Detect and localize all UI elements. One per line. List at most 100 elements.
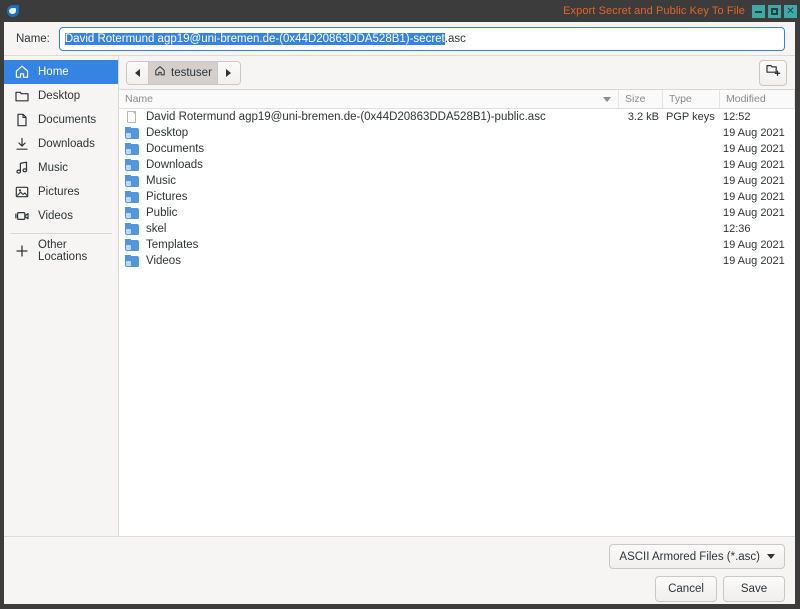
window-controls: ✕ bbox=[752, 4, 797, 18]
sidebar-item-videos[interactable]: Videos bbox=[4, 204, 118, 228]
file-modified-cell: 19 Aug 2021 bbox=[723, 239, 785, 251]
desktop-icon bbox=[14, 88, 30, 104]
table-row[interactable]: Pictures 19 Aug 2021 bbox=[119, 189, 795, 205]
file-name-label: Videos bbox=[146, 255, 181, 267]
file-name-cell: Pictures bbox=[119, 190, 619, 204]
folder-icon bbox=[125, 142, 140, 156]
table-row[interactable]: Templates 19 Aug 2021 bbox=[119, 237, 795, 253]
save-button[interactable]: Save bbox=[723, 576, 785, 602]
path-button-group: testuser bbox=[126, 60, 241, 85]
column-header-type[interactable]: Type bbox=[663, 90, 720, 108]
sidebar-item-desktop[interactable]: Desktop bbox=[4, 84, 118, 108]
file-list-header: Name Size Type Modified bbox=[119, 90, 795, 109]
sort-descending-icon bbox=[603, 97, 611, 102]
file-name-cell: Desktop bbox=[119, 126, 619, 140]
file-modified-cell: 19 Aug 2021 bbox=[723, 143, 785, 155]
sidebar-item-label: Home bbox=[38, 66, 69, 78]
file-name-label: Downloads bbox=[146, 159, 203, 171]
filename-extension-text: .asc bbox=[444, 32, 466, 45]
window-inner: Name: David Rotermund agp19@uni-bremen.d… bbox=[4, 22, 795, 604]
home-icon bbox=[14, 64, 30, 80]
cancel-button[interactable]: Cancel bbox=[655, 576, 717, 602]
table-row[interactable]: skel 12:36 bbox=[119, 221, 795, 237]
file-icon bbox=[125, 110, 140, 124]
path-bar: testuser bbox=[119, 56, 795, 90]
sidebar-item-label: Other Locations bbox=[38, 239, 88, 263]
table-row[interactable]: David Rotermund agp19@uni-bremen.de-(0x4… bbox=[119, 109, 795, 125]
file-filter-label: ASCII Armored Files (*.asc) bbox=[619, 550, 760, 563]
file-type-cell: PGP keys bbox=[666, 111, 715, 123]
file-name-cell: Videos bbox=[119, 254, 619, 268]
file-name-cell: Documents bbox=[119, 142, 619, 156]
file-name-label: skel bbox=[146, 223, 167, 235]
folder-icon bbox=[125, 238, 140, 252]
path-crumb-testuser[interactable]: testuser bbox=[149, 61, 218, 84]
table-row[interactable]: Music 19 Aug 2021 bbox=[119, 173, 795, 189]
chevron-right-icon bbox=[226, 68, 232, 77]
home-icon bbox=[154, 65, 166, 80]
file-name-label: Pictures bbox=[146, 191, 188, 203]
download-icon bbox=[14, 136, 30, 152]
create-folder-icon bbox=[765, 62, 781, 83]
sidebar-item-music[interactable]: Music bbox=[4, 156, 118, 180]
chevron-left-icon bbox=[135, 68, 140, 77]
column-header-modified-label: Modified bbox=[726, 93, 766, 105]
column-header-size[interactable]: Size bbox=[619, 90, 663, 108]
sidebar-item-home[interactable]: Home bbox=[4, 60, 118, 84]
table-row[interactable]: Videos 19 Aug 2021 bbox=[119, 253, 795, 269]
sidebar-item-label: Pictures bbox=[38, 186, 80, 198]
file-name-cell: Downloads bbox=[119, 158, 619, 172]
sidebar-item-documents[interactable]: Documents bbox=[4, 108, 118, 132]
file-list[interactable]: David Rotermund agp19@uni-bremen.de-(0x4… bbox=[119, 109, 795, 536]
table-row[interactable]: Downloads 19 Aug 2021 bbox=[119, 157, 795, 173]
file-modified-cell: 19 Aug 2021 bbox=[723, 175, 785, 187]
column-header-modified[interactable]: Modified bbox=[720, 90, 795, 108]
titlebar: Export Secret and Public Key To File ✕ bbox=[0, 0, 800, 22]
file-size-cell: 3.2 kB bbox=[627, 111, 659, 123]
table-row[interactable]: Desktop 19 Aug 2021 bbox=[119, 125, 795, 141]
maximize-button[interactable] bbox=[768, 4, 781, 18]
name-bar: Name: David Rotermund agp19@uni-bremen.d… bbox=[4, 22, 795, 56]
minimize-button[interactable] bbox=[752, 4, 765, 18]
path-forward-button[interactable] bbox=[217, 61, 240, 84]
close-button[interactable]: ✕ bbox=[784, 4, 797, 18]
folder-icon bbox=[125, 174, 140, 188]
file-modified-cell: 19 Aug 2021 bbox=[723, 127, 785, 139]
create-folder-button[interactable] bbox=[759, 59, 787, 86]
filename-input[interactable]: David Rotermund agp19@uni-bremen.de-(0x4… bbox=[58, 26, 785, 51]
filename-selected-text: David Rotermund agp19@uni-bremen.de-(0x4… bbox=[64, 32, 445, 45]
sidebar-divider bbox=[10, 233, 112, 234]
file-name-label: Templates bbox=[146, 239, 199, 251]
column-header-size-label: Size bbox=[625, 93, 646, 105]
path-back-button[interactable] bbox=[127, 61, 149, 84]
file-pane: testuser Name Size Type Modified David R… bbox=[119, 56, 795, 536]
dialog-footer: ASCII Armored Files (*.asc) Cancel Save bbox=[4, 536, 795, 604]
sidebar-item-other-locations[interactable]: Other Locations bbox=[4, 239, 118, 263]
document-icon bbox=[14, 112, 30, 128]
footer-buttons: Cancel Save bbox=[655, 576, 785, 602]
sidebar-item-label: Music bbox=[38, 162, 69, 174]
file-modified-cell: 19 Aug 2021 bbox=[723, 255, 785, 267]
sidebar-item-label: Documents bbox=[38, 114, 97, 126]
file-filter-dropdown[interactable]: ASCII Armored Files (*.asc) bbox=[609, 544, 785, 569]
file-name-label: Documents bbox=[146, 143, 205, 155]
table-row[interactable]: Public 19 Aug 2021 bbox=[119, 205, 795, 221]
file-name-cell: Music bbox=[119, 174, 619, 188]
column-header-type-label: Type bbox=[669, 93, 692, 105]
sidebar-item-downloads[interactable]: Downloads bbox=[4, 132, 118, 156]
sidebar-item-label: Downloads bbox=[38, 138, 95, 150]
file-modified-cell: 19 Aug 2021 bbox=[723, 159, 785, 171]
folder-icon bbox=[125, 158, 140, 172]
music-icon bbox=[14, 160, 30, 176]
folder-icon bbox=[125, 126, 140, 140]
file-modified-cell: 12:52 bbox=[723, 111, 751, 123]
plus-icon bbox=[14, 243, 30, 259]
file-name-label: Public bbox=[146, 207, 178, 219]
file-name-label: Music bbox=[146, 175, 177, 187]
table-row[interactable]: Documents 19 Aug 2021 bbox=[119, 141, 795, 157]
sidebar-item-pictures[interactable]: Pictures bbox=[4, 180, 118, 204]
column-header-name-label: Name bbox=[125, 93, 154, 105]
file-name-cell: David Rotermund agp19@uni-bremen.de-(0x4… bbox=[119, 110, 619, 124]
close-icon: ✕ bbox=[786, 5, 795, 17]
column-header-name[interactable]: Name bbox=[119, 90, 619, 108]
